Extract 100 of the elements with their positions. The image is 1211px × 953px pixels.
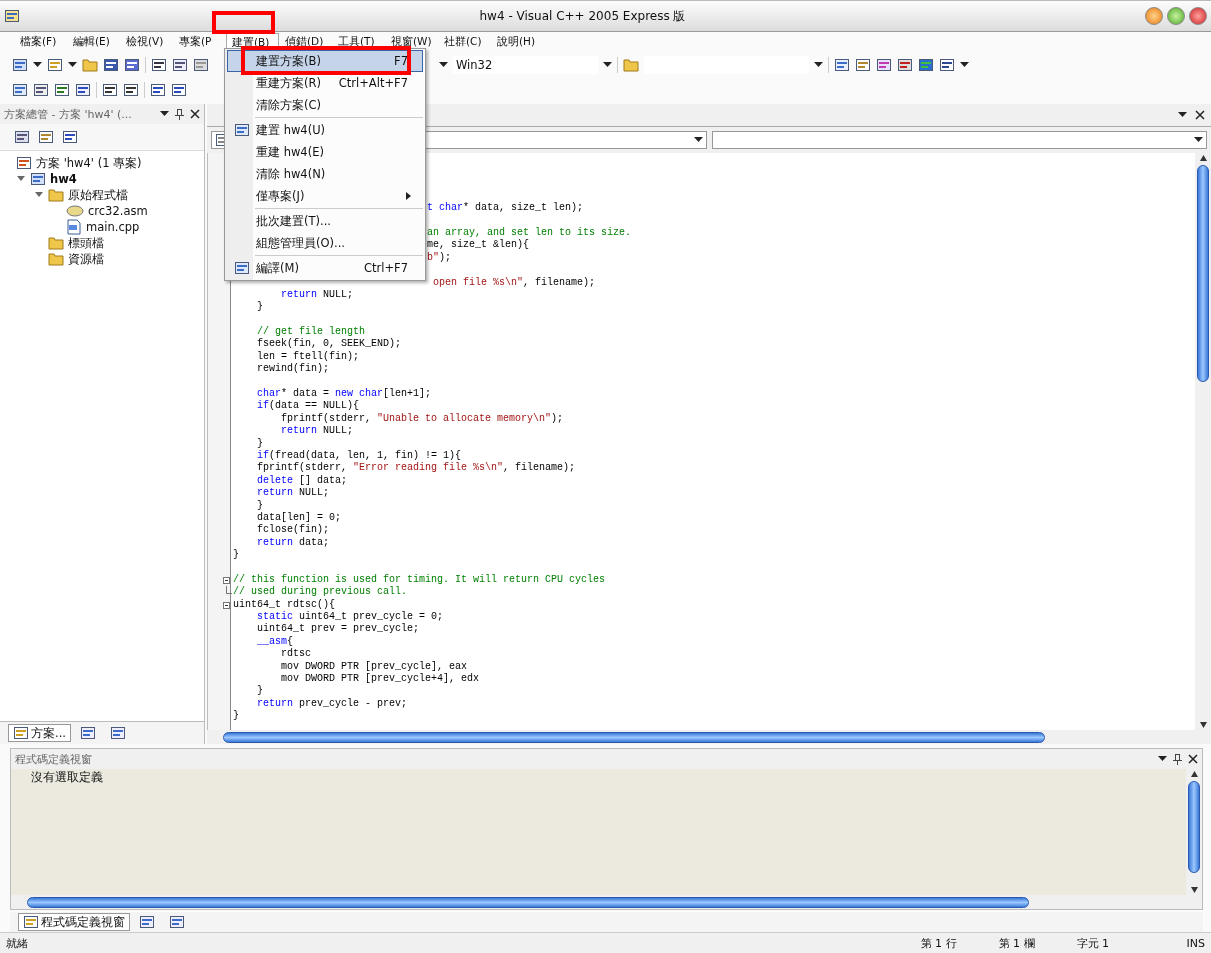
code-line: me, size_t &len){	[427, 239, 530, 251]
menu-item[interactable]: 檢視(V)	[120, 32, 173, 52]
menu-item[interactable]: 社群(C)	[438, 32, 491, 52]
platform-combo[interactable]: Win32	[453, 56, 598, 74]
tree-item[interactable]: main.cpp	[86, 220, 140, 234]
menu-item[interactable]: 說明(H)	[491, 32, 544, 52]
scroll-up-icon[interactable]	[1190, 771, 1198, 777]
tree-item[interactable]: 標頭檔	[68, 235, 104, 251]
dropdown-arrow-icon[interactable]	[603, 62, 612, 68]
dropdown-arrow-icon[interactable]	[33, 62, 42, 68]
menu-item[interactable]: 檔案(F)	[14, 32, 67, 52]
menu-item[interactable]: 僅專案(J)	[227, 185, 423, 207]
collapse-icon[interactable]	[223, 576, 230, 584]
code-line: uint64_t prev = prev_cycle;	[256, 623, 420, 635]
line-number: 第 1 行	[920, 935, 958, 951]
panel-tab[interactable]: 程式碼定義視窗	[18, 913, 130, 931]
menu-item[interactable]: 重建方案(R) Ctrl+Alt+F7	[227, 72, 423, 94]
dropdown-arrow-icon[interactable]	[439, 62, 448, 68]
minimize-button[interactable]	[1145, 7, 1163, 25]
code-line: static uint64_t prev_cycle = 0;	[256, 611, 444, 623]
menu-item[interactable]: 組態管理員(O)...	[227, 232, 423, 254]
pin-icon[interactable]	[1173, 753, 1182, 765]
insert-mode: INS	[1186, 936, 1205, 950]
tree-item[interactable]: 方案 'hw4' (1 專案)	[36, 155, 142, 171]
menu-item[interactable]: 專案(P	[173, 32, 226, 52]
submenu-arrow-icon	[406, 192, 412, 200]
tree-item[interactable]: 原始程式檔	[68, 187, 128, 203]
panel-title: 方案總管 - 方案 'hw4' (...	[4, 106, 133, 122]
toolbar-icon[interactable]	[54, 82, 70, 98]
menu-item[interactable]: 批次建置(T)...	[227, 210, 423, 232]
menu-item[interactable]: 編輯(E)	[67, 32, 120, 52]
menu-item[interactable]: 重建 hw4(E)	[227, 141, 423, 163]
toolbar-icon[interactable]	[12, 82, 28, 98]
close-icon[interactable]	[1195, 110, 1205, 120]
dropdown-arrow-icon[interactable]	[160, 111, 169, 117]
dropdown-arrow-icon[interactable]	[814, 62, 823, 68]
tab-icon	[13, 725, 29, 741]
tree-item[interactable]: crc32.asm	[88, 204, 148, 218]
status-message: 就緒	[6, 935, 29, 951]
code-line: // this function is used for timing. It will return CPU cycles	[233, 573, 606, 585]
scrollbar-thumb[interactable]	[1188, 781, 1200, 873]
pin-icon[interactable]	[175, 108, 184, 120]
code-line: return NULL;	[256, 487, 330, 499]
tree-item[interactable]: hw4	[50, 172, 77, 186]
code-line: len = ftell(fin);	[256, 350, 360, 362]
code-line: rdtsc	[280, 648, 311, 660]
code-line: fseek(fin, 0, SEEK_END);	[256, 338, 402, 350]
dropdown-arrow-icon[interactable]	[1178, 112, 1187, 118]
dropdown-arrow-icon[interactable]	[68, 62, 77, 68]
menu-item[interactable]: 建置方案(B) F7	[227, 50, 423, 72]
toolbar-icon[interactable]	[33, 82, 49, 98]
dropdown-arrow-icon[interactable]	[960, 62, 969, 68]
expanded-arrow-icon[interactable]	[17, 176, 25, 182]
close-button[interactable]	[1189, 7, 1207, 25]
scrollbar-thumb[interactable]	[1197, 165, 1209, 382]
code-line: char* data = new char[len+1];	[256, 388, 432, 400]
menu-item[interactable]: 偵錯(D)	[279, 32, 332, 52]
code-line: fclose(fin);	[256, 524, 329, 536]
code-line: // used during previous call.	[233, 586, 408, 598]
collapse-icon[interactable]	[223, 601, 230, 609]
panel-tab[interactable]: 方案...	[8, 724, 71, 742]
scroll-down-icon[interactable]	[1190, 887, 1198, 893]
code-line: }	[233, 549, 239, 561]
menu-item[interactable]: 清除方案(C)	[227, 94, 423, 116]
toolbar-icon[interactable]	[75, 82, 91, 98]
annotation-overlay	[212, 11, 275, 34]
close-icon[interactable]	[190, 109, 200, 119]
expanded-arrow-icon[interactable]	[35, 192, 43, 198]
toolbar-icon[interactable]	[38, 129, 54, 145]
code-line: // get file length	[256, 326, 366, 338]
menu-item[interactable]: 建置 hw4(U)	[227, 119, 423, 141]
scroll-down-icon[interactable]	[1199, 722, 1207, 728]
scroll-up-icon[interactable]	[1199, 155, 1207, 161]
maximize-button[interactable]	[1167, 7, 1185, 25]
toolbar-icon[interactable]	[14, 129, 30, 145]
code-line: b");	[427, 251, 452, 263]
code-line: uint64_t rdtsc(){	[233, 598, 336, 610]
code-line: return NULL;	[280, 288, 354, 300]
menu-item[interactable]: 視窗(W)	[385, 32, 438, 52]
close-icon[interactable]	[1188, 754, 1198, 764]
scrollbar-thumb[interactable]	[223, 731, 1045, 743]
dropdown-arrow-icon[interactable]	[1194, 137, 1203, 143]
scrollbar-thumb[interactable]	[27, 896, 1029, 908]
code-line: fprintf(stderr, "Unable to allocate memory\n");	[280, 412, 564, 424]
menu-item[interactable]: 清除 hw4(N)	[227, 163, 423, 185]
tab-icon	[109, 725, 126, 741]
toolbar-icon[interactable]	[62, 129, 78, 145]
dropdown-arrow-icon[interactable]	[693, 137, 703, 143]
code-line: data[len] = 0;	[256, 511, 342, 523]
menu-item[interactable]: 編譯(M) Ctrl+F7	[227, 257, 423, 279]
window-title: hw4 - Visual C++ 2005 Express 版	[479, 7, 686, 25]
code-line: return prev_cycle - prev;	[256, 697, 408, 709]
code-line: open file %s\n", filename);	[432, 276, 596, 288]
tree-item[interactable]: 資源檔	[68, 251, 104, 267]
column-number: 第 1 欄	[998, 935, 1036, 951]
code-line: }	[233, 710, 239, 722]
folder-icon	[48, 236, 64, 250]
code-line: __asm{	[256, 635, 294, 647]
dropdown-arrow-icon[interactable]	[1158, 756, 1167, 762]
menu-item[interactable]: 工具(T)	[332, 32, 385, 52]
